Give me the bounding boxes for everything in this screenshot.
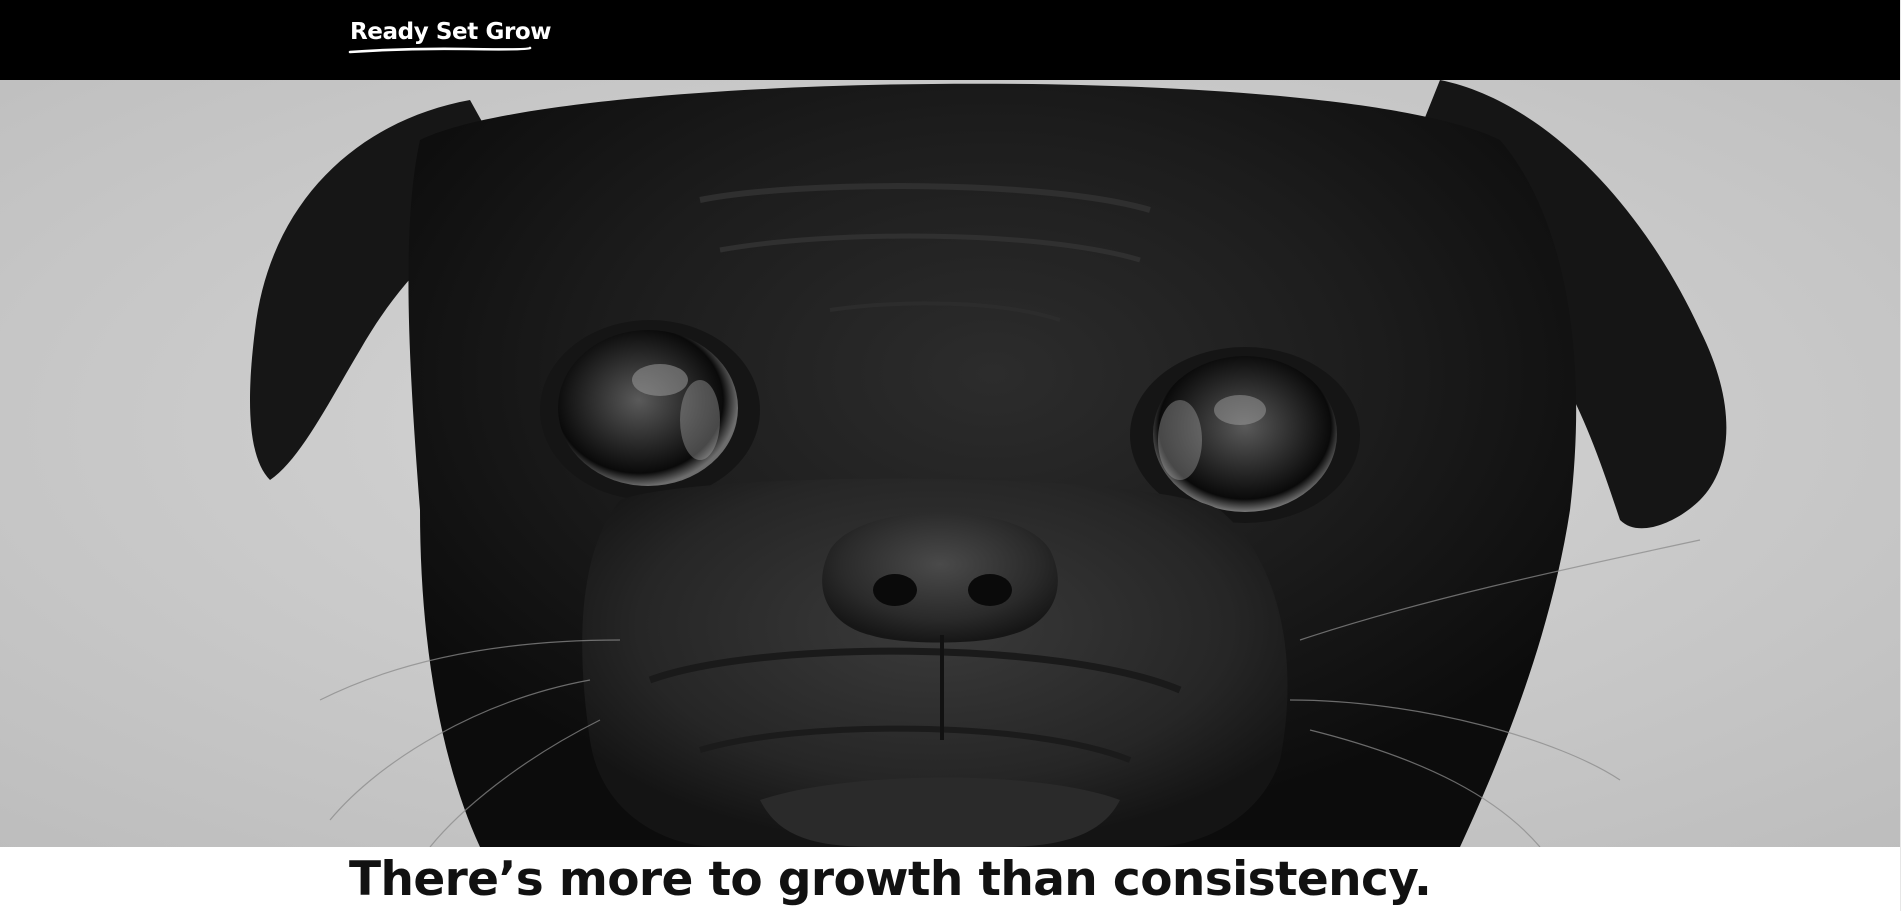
logo-text: Ready Set Grow xyxy=(350,19,552,45)
pug-photo xyxy=(0,80,1901,847)
hero-image xyxy=(0,80,1901,847)
logo-swoosh-icon xyxy=(348,46,532,54)
logo-link[interactable]: Ready Set Grow xyxy=(348,18,552,55)
page: Ready Set Grow There’s more to growth th… xyxy=(0,0,1901,911)
viewport: Ready Set Grow There’s more to growth th… xyxy=(0,0,1901,911)
site-header: Ready Set Grow xyxy=(0,0,1901,80)
page-headline: There’s more to growth than consistency. xyxy=(349,852,1432,907)
